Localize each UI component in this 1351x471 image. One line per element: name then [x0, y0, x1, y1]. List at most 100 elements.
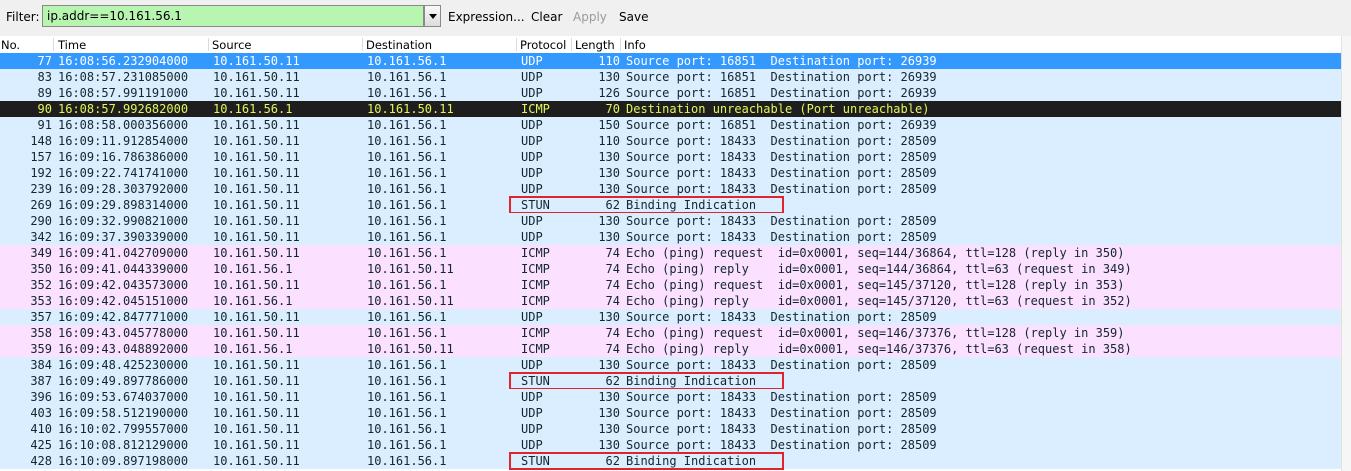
column-divider[interactable]: [362, 38, 363, 51]
packet-protocol: UDP: [521, 438, 543, 452]
packet-time: 16:09:49.897786000: [58, 374, 189, 388]
packet-row[interactable]: 157 16:09:16.786386000 10.161.50.11 10.161.…: [0, 149, 1341, 165]
packet-row[interactable]: 396 16:09:53.674037000 10.161.50.11 10.161.…: [0, 389, 1341, 405]
column-header-no[interactable]: No.: [1, 38, 20, 52]
column-header-protocol[interactable]: Protocol: [520, 38, 566, 52]
packet-row[interactable]: 91 16:08:58.000356000 10.161.50.11 10.161.5…: [0, 117, 1341, 133]
column-header-destination[interactable]: Destination: [366, 38, 432, 52]
packet-time: 16:09:22.741741000: [58, 166, 189, 180]
packet-destination: 10.161.56.1: [367, 182, 447, 196]
packet-info: Source port: 16851 Destination port: 269…: [626, 54, 937, 68]
column-divider[interactable]: [571, 38, 572, 51]
apply-button[interactable]: Apply: [573, 10, 607, 24]
packet-row[interactable]: 350 16:09:41.044339000 10.161.56.1 10.161.5…: [0, 261, 1341, 277]
packet-source: 10.161.50.11: [213, 454, 300, 468]
packet-row[interactable]: 269 16:09:29.898314000 10.161.50.11 10.161.…: [0, 196, 1341, 214]
column-header-source[interactable]: Source: [212, 38, 252, 52]
packet-length: 62: [605, 198, 620, 212]
packet-row[interactable]: 192 16:09:22.741741000 10.161.50.11 10.161.…: [0, 165, 1341, 181]
filter-toolbar: Filter: ip.addr==10.161.56.1 Expression.…: [0, 0, 1351, 37]
column-header-info[interactable]: Info: [624, 38, 646, 52]
packet-number: 428: [30, 454, 52, 468]
packet-row[interactable]: 352 16:09:42.043573000 10.161.50.11 10.161.…: [0, 277, 1341, 293]
packet-protocol: STUN: [521, 374, 550, 388]
packet-time: 16:09:42.045151000: [58, 294, 189, 308]
packet-destination: 10.161.56.1: [367, 454, 447, 468]
packet-time: 16:09:42.043573000: [58, 278, 189, 292]
packet-row[interactable]: 359 16:09:43.048892000 10.161.56.1 10.161.5…: [0, 341, 1341, 357]
packet-row[interactable]: 239 16:09:28.303792000 10.161.50.11 10.161.…: [0, 181, 1341, 197]
packet-row[interactable]: 425 16:10:08.812129000 10.161.50.11 10.161.…: [0, 437, 1341, 453]
packet-row[interactable]: 403 16:09:58.512190000 10.161.50.11 10.161.…: [0, 405, 1341, 421]
column-header-length[interactable]: Length: [575, 38, 615, 52]
packet-info: Source port: 18433 Destination port: 285…: [626, 214, 937, 228]
packet-destination: 10.161.56.1: [367, 70, 447, 84]
filter-dropdown-button[interactable]: [424, 5, 441, 27]
clear-button[interactable]: Clear: [531, 10, 562, 24]
packet-number: 91: [37, 118, 52, 132]
packet-protocol: UDP: [521, 310, 543, 324]
packet-destination: 10.161.56.1: [367, 438, 447, 452]
packet-source: 10.161.50.11: [213, 70, 300, 84]
packet-source: 10.161.50.11: [213, 438, 300, 452]
column-header-time[interactable]: Time: [58, 38, 86, 52]
column-divider[interactable]: [53, 38, 54, 51]
packet-row[interactable]: 90 16:08:57.992682000 10.161.56.1 10.161.50…: [0, 101, 1341, 117]
packet-length: 74: [605, 342, 620, 356]
packet-source: 10.161.50.11: [213, 54, 300, 68]
packet-source: 10.161.50.11: [213, 278, 300, 292]
packet-info: Source port: 16851 Destination port: 269…: [626, 86, 937, 100]
packet-row[interactable]: 410 16:10:02.799557000 10.161.50.11 10.161.…: [0, 421, 1341, 437]
column-divider[interactable]: [620, 38, 621, 51]
packet-row[interactable]: 384 16:09:48.425230000 10.161.50.11 10.161.…: [0, 357, 1341, 373]
packet-length: 110: [598, 134, 620, 148]
packet-time: 16:08:57.992682000: [58, 102, 189, 116]
packet-number: 358: [30, 326, 52, 340]
packet-row[interactable]: 353 16:09:42.045151000 10.161.56.1 10.161.5…: [0, 293, 1341, 309]
packet-destination: 10.161.56.1: [367, 326, 447, 340]
packet-source: 10.161.50.11: [213, 230, 300, 244]
packet-source: 10.161.50.11: [213, 182, 300, 196]
packet-time: 16:09:28.303792000: [58, 182, 189, 196]
packet-destination: 10.161.56.1: [367, 134, 447, 148]
packet-protocol: UDP: [521, 390, 543, 404]
packet-number: 410: [30, 422, 52, 436]
packet-row[interactable]: 357 16:09:42.847771000 10.161.50.11 10.161.…: [0, 309, 1341, 325]
packet-row[interactable]: 77 16:08:56.232904000 10.161.50.11 10.161.5…: [0, 53, 1341, 69]
packet-source: 10.161.50.11: [213, 246, 300, 260]
packet-row[interactable]: 358 16:09:43.045778000 10.161.50.11 10.161.…: [0, 325, 1341, 341]
packet-info: Source port: 18433 Destination port: 285…: [626, 182, 937, 196]
packet-source: 10.161.56.1: [213, 342, 293, 356]
packet-row[interactable]: 349 16:09:41.042709000 10.161.50.11 10.161.…: [0, 245, 1341, 261]
packet-row[interactable]: 148 16:09:11.912854000 10.161.50.11 10.161.…: [0, 133, 1341, 149]
save-button[interactable]: Save: [619, 10, 648, 24]
filter-input[interactable]: ip.addr==10.161.56.1: [42, 5, 424, 27]
packet-time: 16:09:43.045778000: [58, 326, 189, 340]
packet-protocol: ICMP: [521, 278, 550, 292]
packet-length: 150: [598, 118, 620, 132]
packet-info: Source port: 18433 Destination port: 285…: [626, 150, 937, 164]
packet-row[interactable]: 83 16:08:57.231085000 10.161.50.11 10.161.5…: [0, 69, 1341, 85]
packet-length: 70: [605, 102, 620, 116]
packet-time: 16:08:57.991191000: [58, 86, 189, 100]
packet-row[interactable]: 89 16:08:57.991191000 10.161.50.11 10.161.5…: [0, 85, 1341, 101]
packet-number: 350: [30, 262, 52, 276]
column-divider[interactable]: [516, 38, 517, 51]
packet-destination: 10.161.56.1: [367, 310, 447, 324]
packet-number: 157: [30, 150, 52, 164]
packet-row[interactable]: 387 16:09:49.897786000 10.161.50.11 10.161.…: [0, 372, 1341, 390]
packet-number: 387: [30, 374, 52, 388]
packet-row[interactable]: 428 16:10:09.897198000 10.161.50.11 10.161.…: [0, 452, 1341, 470]
packet-source: 10.161.50.11: [213, 198, 300, 212]
packet-info: Binding Indication: [626, 454, 757, 468]
vertical-scrollbar[interactable]: [1341, 36, 1351, 471]
packet-source: 10.161.50.11: [213, 166, 300, 180]
packet-row[interactable]: 290 16:09:32.990821000 10.161.50.11 10.161.…: [0, 213, 1341, 229]
packet-protocol: UDP: [521, 86, 543, 100]
packet-source: 10.161.50.11: [213, 310, 300, 324]
column-divider[interactable]: [208, 38, 209, 51]
packet-info: Echo (ping) request id=0x0001, seq=144/3…: [626, 246, 1125, 260]
packet-list: 77 16:08:56.232904000 10.161.50.11 10.161.5…: [0, 53, 1341, 470]
expression-button[interactable]: Expression...: [448, 10, 525, 24]
packet-row[interactable]: 342 16:09:37.390339000 10.161.50.11 10.161.…: [0, 229, 1341, 245]
